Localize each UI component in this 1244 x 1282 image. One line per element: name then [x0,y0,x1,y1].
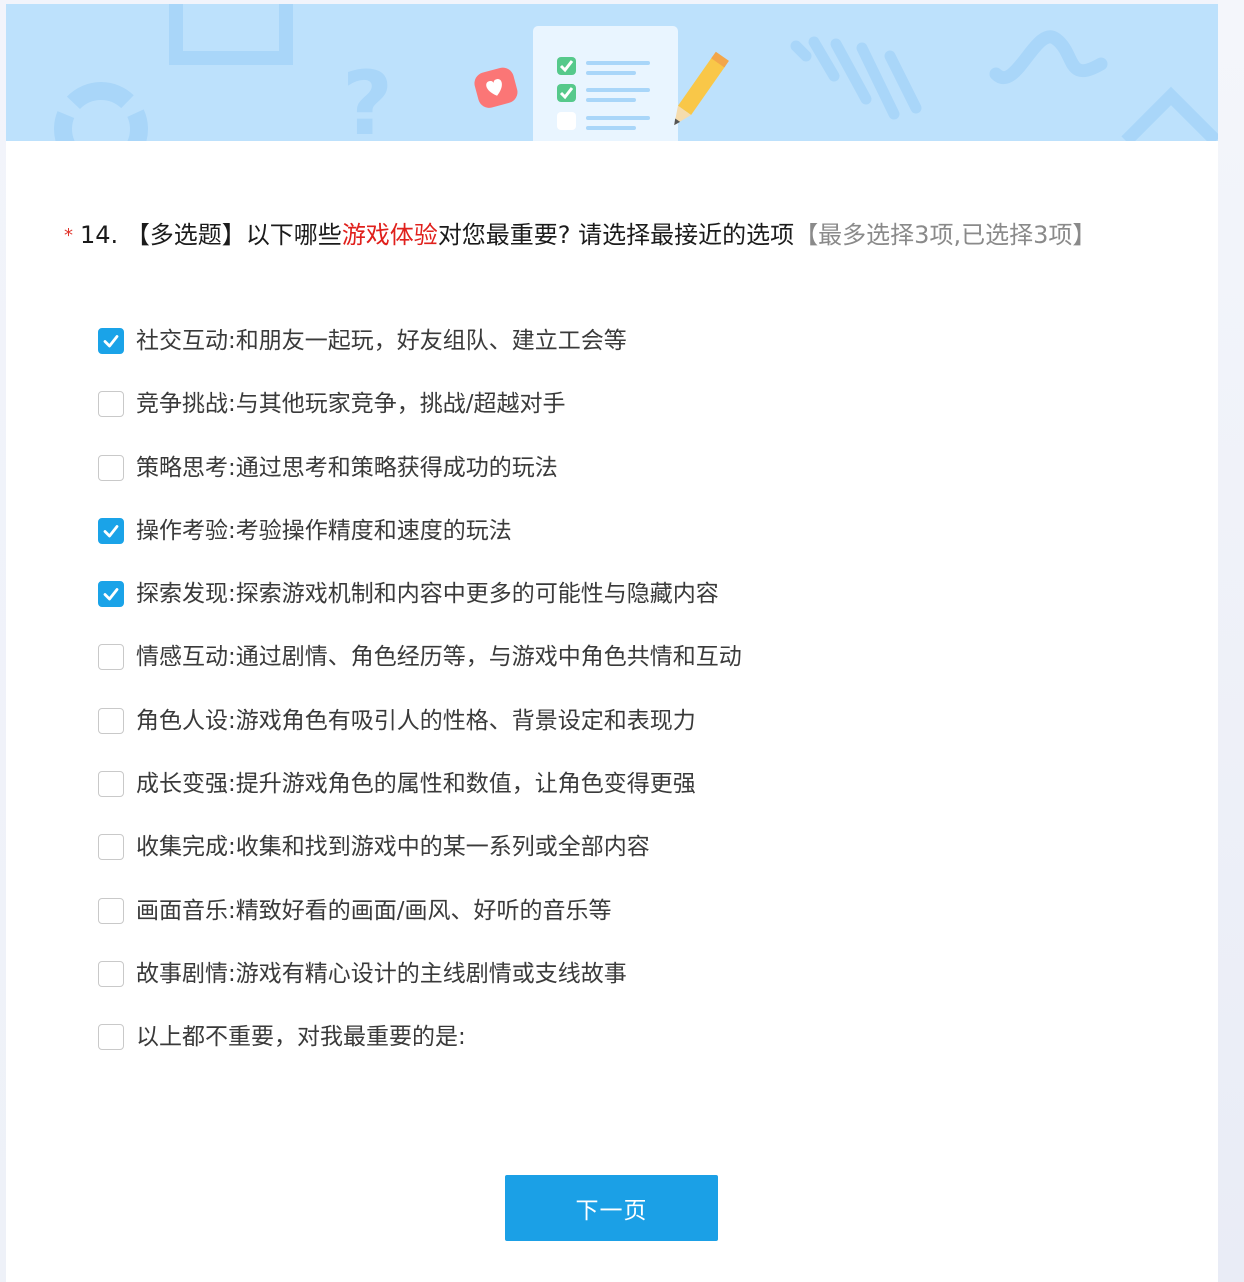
option-item[interactable]: 策略思考:通过思考和策略获得成功的玩法 [98,442,1098,505]
option-label: 策略思考:通过思考和策略获得成功的玩法 [136,454,558,481]
question-mark-icon: ? [342,52,393,141]
question-highlight: 游戏体验 [341,221,438,249]
option-checkbox[interactable] [98,771,124,798]
option-label: 竞争挑战:与其他玩家竞争，挑战/超越对手 [136,391,566,418]
option-item[interactable]: 社交互动:和朋友一起玩，好友组队、建立工会等 [98,315,1098,378]
clipboard-checklist-icon [533,26,678,141]
question-text-after: 对您最重要? 请选择最接近的选项 [437,221,795,249]
selection-hint: 【最多选择3项,已选择3项】 [794,221,1097,249]
triangle-outline-icon [1121,86,1218,141]
heart-bubble-icon [474,67,518,108]
option-label: 情感互动:通过剧情、角色经历等，与游戏中角色共情和互动 [136,644,742,671]
option-item[interactable]: 情感互动:通过剧情、角色经历等，与游戏中角色共情和互动 [98,631,1098,694]
question-type-tag: 【多选题】 [125,221,246,249]
option-item[interactable]: 操作考验:考验操作精度和速度的玩法 [98,505,1098,568]
option-label: 社交互动:和朋友一起玩，好友组队、建立工会等 [136,328,627,354]
option-checkbox[interactable] [98,581,124,608]
question-text-before: 以下哪些 [245,221,342,249]
option-checkbox[interactable] [98,960,124,987]
option-label: 探索发现:探索游戏机制和内容中更多的可能性与隐藏内容 [136,581,719,608]
next-page-button[interactable]: 下一页 [505,1175,718,1241]
checkmark-icon [103,335,119,348]
option-label: 画面音乐:精致好看的画面/画风、好听的音乐等 [136,897,612,924]
option-item[interactable]: 画面音乐:精致好看的画面/画风、好听的音乐等 [98,885,1098,948]
option-item[interactable]: 收集完成:收集和找到游戏中的某一系列或全部内容 [98,821,1098,884]
option-label: 角色人设:游戏角色有吸引人的性格、背景设定和表现力 [136,707,696,734]
option-item[interactable]: 角色人设:游戏角色有吸引人的性格、背景设定和表现力 [98,695,1098,758]
option-checkbox[interactable] [98,454,124,481]
option-item[interactable]: 竞争挑战:与其他玩家竞争，挑战/超越对手 [98,378,1098,441]
option-list: 社交互动:和朋友一起玩，好友组队、建立工会等 竞争挑战:与其他玩家竞争，挑战/超… [98,315,1098,1075]
squiggle-icon [989,30,1108,84]
survey-banner: ? [6,4,1218,141]
survey-card: ? * 14. 【多选题】以下哪些游戏体验对您最重要? 请选择最接近的选项【最多… [6,4,1218,1282]
option-checkbox[interactable] [98,1024,124,1051]
option-checkbox[interactable] [98,897,124,924]
option-label: 收集完成:收集和找到游戏中的某一系列或全部内容 [136,834,650,861]
checkmark-icon [103,524,119,538]
option-label: 成长变强:提升游戏角色的属性和数值，让角色变得更强 [136,771,696,798]
donut-icon [54,82,148,141]
checkmark-icon [103,588,119,601]
option-item[interactable]: 故事剧情:游戏有精心设计的主线剧情或支线故事 [98,948,1098,1011]
option-item[interactable]: 成长变强:提升游戏角色的属性和数值，让角色变得更强 [98,758,1098,821]
option-item[interactable]: 探索发现:探索游戏机制和内容中更多的可能性与隐藏内容 [98,568,1098,631]
question-title: 14. 【多选题】以下哪些游戏体验对您最重要? 请选择最接近的选项【最多选择3项… [80,216,1120,254]
question-number: 14. [80,221,119,249]
option-checkbox[interactable] [98,517,124,544]
option-checkbox[interactable] [98,834,124,861]
option-checkbox[interactable] [98,707,124,734]
option-label: 以上都不重要，对我最重要的是: [136,1024,466,1051]
option-label: 故事剧情:游戏有精心设计的主线剧情或支线故事 [136,960,627,987]
option-label: 操作考验:考验操作精度和速度的玩法 [136,517,512,544]
option-item[interactable]: 以上都不重要，对我最重要的是: [98,1011,1098,1074]
required-mark: * [64,225,73,246]
stripes-icon [790,36,922,120]
banner-illustration: ? [54,4,1218,141]
option-checkbox[interactable] [98,391,124,418]
option-checkbox[interactable] [98,644,124,671]
square-outline-icon [169,4,293,65]
option-checkbox[interactable] [98,328,124,354]
page-background [1218,0,1244,1282]
